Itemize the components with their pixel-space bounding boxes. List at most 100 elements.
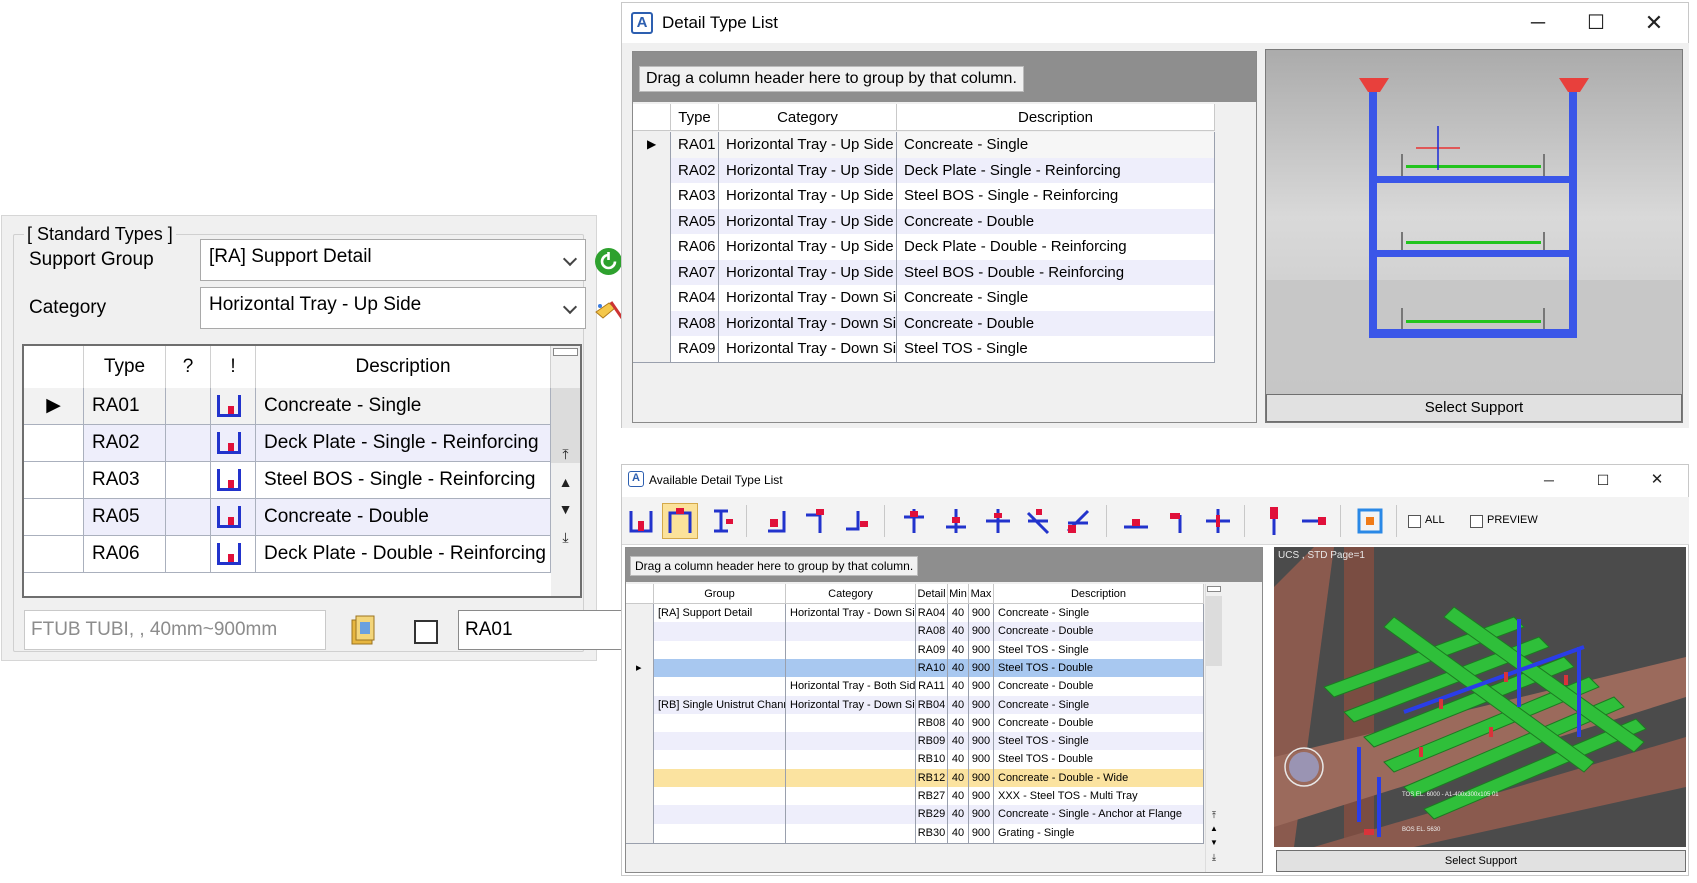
- category-combo[interactable]: Horizontal Tray - Up Side: [200, 287, 586, 329]
- minimize-icon[interactable]: ─: [1522, 465, 1576, 497]
- maximize-icon[interactable]: ☐: [1567, 3, 1625, 43]
- exclaim-column-header[interactable]: !: [211, 346, 256, 388]
- row-pointer-icon: ▶: [24, 388, 84, 425]
- table-row[interactable]: RA02 Deck Plate - Single - Reinforcing: [24, 425, 551, 462]
- short-post-icon[interactable]: [1162, 505, 1194, 537]
- close-icon[interactable]: ✕: [1630, 465, 1684, 497]
- row-indicator-header: [24, 346, 84, 388]
- pipe-size-field[interactable]: FTUB TUBI, , 40mm~900mm: [24, 610, 326, 650]
- category-column-header[interactable]: Category: [786, 584, 916, 604]
- detail-cell: RB29: [916, 805, 948, 826]
- t-post-icon[interactable]: [898, 505, 930, 537]
- angled-brace-icon[interactable]: [1022, 505, 1054, 537]
- standard-types-legend: [ Standard Types ]: [24, 224, 176, 245]
- horizontal-beam-icon[interactable]: [1120, 505, 1152, 537]
- cross-post-icon[interactable]: [982, 505, 1014, 537]
- detail-column-header[interactable]: Detail: [916, 584, 948, 604]
- vertical-scrollbar[interactable]: ⤒ ▲ ▼ ⤓: [551, 346, 580, 596]
- category-cell: Horizontal Tray - Up Side: [719, 132, 897, 159]
- scroll-down-icon[interactable]: ▼: [551, 501, 580, 517]
- support-group-combo[interactable]: [RA] Support Detail: [200, 239, 586, 281]
- select-support-button[interactable]: Select Support: [1266, 394, 1682, 422]
- group-cell: [654, 787, 786, 807]
- description-cell: Steel TOS - Double: [994, 658, 1204, 679]
- min-cell: 40: [948, 823, 969, 844]
- category-cell: Horizontal Tray - Up Side: [719, 208, 897, 236]
- detail-cell: RB08: [916, 713, 948, 734]
- category-cell: Horizontal Tray - Down Side: [719, 310, 897, 338]
- support-bracket-icon: [217, 432, 241, 454]
- folder-browse-icon[interactable]: [350, 614, 378, 646]
- category-cell: Horizontal Tray - Down Side: [786, 695, 916, 716]
- description-column-header[interactable]: Description: [897, 104, 1215, 131]
- scroll-track[interactable]: [1206, 596, 1222, 666]
- support-icon-cell: [211, 388, 256, 425]
- detail-toolbar: ALL PREVIEW: [622, 497, 1689, 545]
- select-support-button[interactable]: Select Support: [1276, 850, 1686, 872]
- row-indicator: [24, 425, 84, 462]
- scroll-thumb[interactable]: [553, 348, 578, 356]
- available-detail-grid: Drag a column header here to group by th…: [625, 547, 1263, 873]
- min-column-header[interactable]: Min: [948, 584, 969, 604]
- maximize-icon[interactable]: ☐: [1576, 465, 1630, 497]
- description-cell: Grating - Single: [994, 823, 1204, 844]
- description-cell: Concreate - Double - Wide: [994, 768, 1204, 789]
- minimize-icon[interactable]: ─: [1509, 3, 1567, 43]
- u-bracket-icon[interactable]: [625, 505, 657, 537]
- min-cell: 40: [948, 622, 969, 643]
- scroll-down-icon[interactable]: ▼: [1206, 838, 1222, 847]
- vertical-scrollbar[interactable]: ⤒ ▲ ▼ ⤓: [1205, 584, 1222, 872]
- scroll-up-icon[interactable]: ▲: [551, 474, 580, 490]
- description-cell: Deck Plate - Double - Reinforcing: [256, 536, 551, 573]
- description-column-header[interactable]: Description: [256, 346, 551, 388]
- description-column-header[interactable]: Description: [994, 584, 1204, 604]
- row-indicator: [24, 536, 84, 573]
- select-checkbox[interactable]: [414, 620, 438, 644]
- table-row[interactable]: RA05 Concreate - Double: [24, 499, 551, 536]
- row-indicator: [633, 208, 671, 236]
- frame-bracket-icon[interactable]: [664, 505, 696, 537]
- c-bracket-icon[interactable]: [704, 505, 736, 537]
- vertical-hanger-icon[interactable]: [1258, 505, 1290, 537]
- hook-bracket-icon[interactable]: [800, 505, 832, 537]
- table-row[interactable]: RA06 Deck Plate - Double - Reinforcing: [24, 536, 551, 573]
- description-cell: Concreate - Double: [994, 622, 1204, 643]
- group-by-bar[interactable]: Drag a column header here to group by th…: [633, 52, 1256, 102]
- max-column-header[interactable]: Max: [969, 584, 994, 604]
- l-bracket-icon[interactable]: [760, 505, 792, 537]
- category-cell: [786, 713, 916, 734]
- plus-post-icon[interactable]: [1202, 505, 1234, 537]
- type-cell: RA03: [671, 183, 719, 210]
- title-bar: A Detail Type List ─ ☐ ✕: [622, 3, 1688, 43]
- scroll-bottom-icon[interactable]: ⤓: [1206, 852, 1222, 863]
- scroll-top-icon[interactable]: ⤒: [551, 446, 580, 463]
- type-column-header[interactable]: Type: [671, 104, 719, 131]
- inverted-t-post-icon[interactable]: [940, 505, 972, 537]
- preview-label: PREVIEW: [1487, 514, 1538, 526]
- view-bos-label: BOS EL. 5630: [1402, 827, 1441, 833]
- scroll-top-icon[interactable]: ⤒: [1206, 810, 1222, 821]
- preview-checkbox[interactable]: [1470, 515, 1483, 528]
- toolbar-separator: [746, 505, 747, 537]
- 3d-model-view[interactable]: UCS , STD Page=1 TOS EL. 6000 - A1-400x3…: [1274, 547, 1686, 847]
- category-column-header[interactable]: Category: [719, 104, 897, 131]
- min-cell: 40: [948, 640, 969, 661]
- scroll-bottom-icon[interactable]: ⤓: [551, 529, 580, 546]
- target-box-icon[interactable]: [1354, 505, 1386, 537]
- question-column-header[interactable]: ?: [166, 346, 211, 388]
- max-cell: 900: [969, 823, 994, 844]
- diagonal-brace-icon[interactable]: [1062, 505, 1094, 537]
- table-row[interactable]: RA03 Steel BOS - Single - Reinforcing: [24, 462, 551, 499]
- step-bracket-icon[interactable]: [840, 505, 872, 537]
- selected-type-field[interactable]: RA01: [458, 610, 624, 650]
- wall-bracket-icon[interactable]: [1298, 505, 1330, 537]
- all-checkbox[interactable]: [1408, 515, 1421, 528]
- scroll-thumb[interactable]: [1207, 586, 1221, 592]
- type-column-header[interactable]: Type: [84, 346, 166, 388]
- close-icon[interactable]: ✕: [1625, 3, 1683, 43]
- table-row[interactable]: ▶ RA01 Concreate - Single: [24, 388, 551, 425]
- group-by-bar[interactable]: Drag a column header here to group by th…: [626, 548, 1262, 582]
- group-column-header[interactable]: Group: [654, 584, 786, 604]
- refresh-icon[interactable]: [595, 248, 622, 275]
- scroll-up-icon[interactable]: ▲: [1206, 824, 1222, 833]
